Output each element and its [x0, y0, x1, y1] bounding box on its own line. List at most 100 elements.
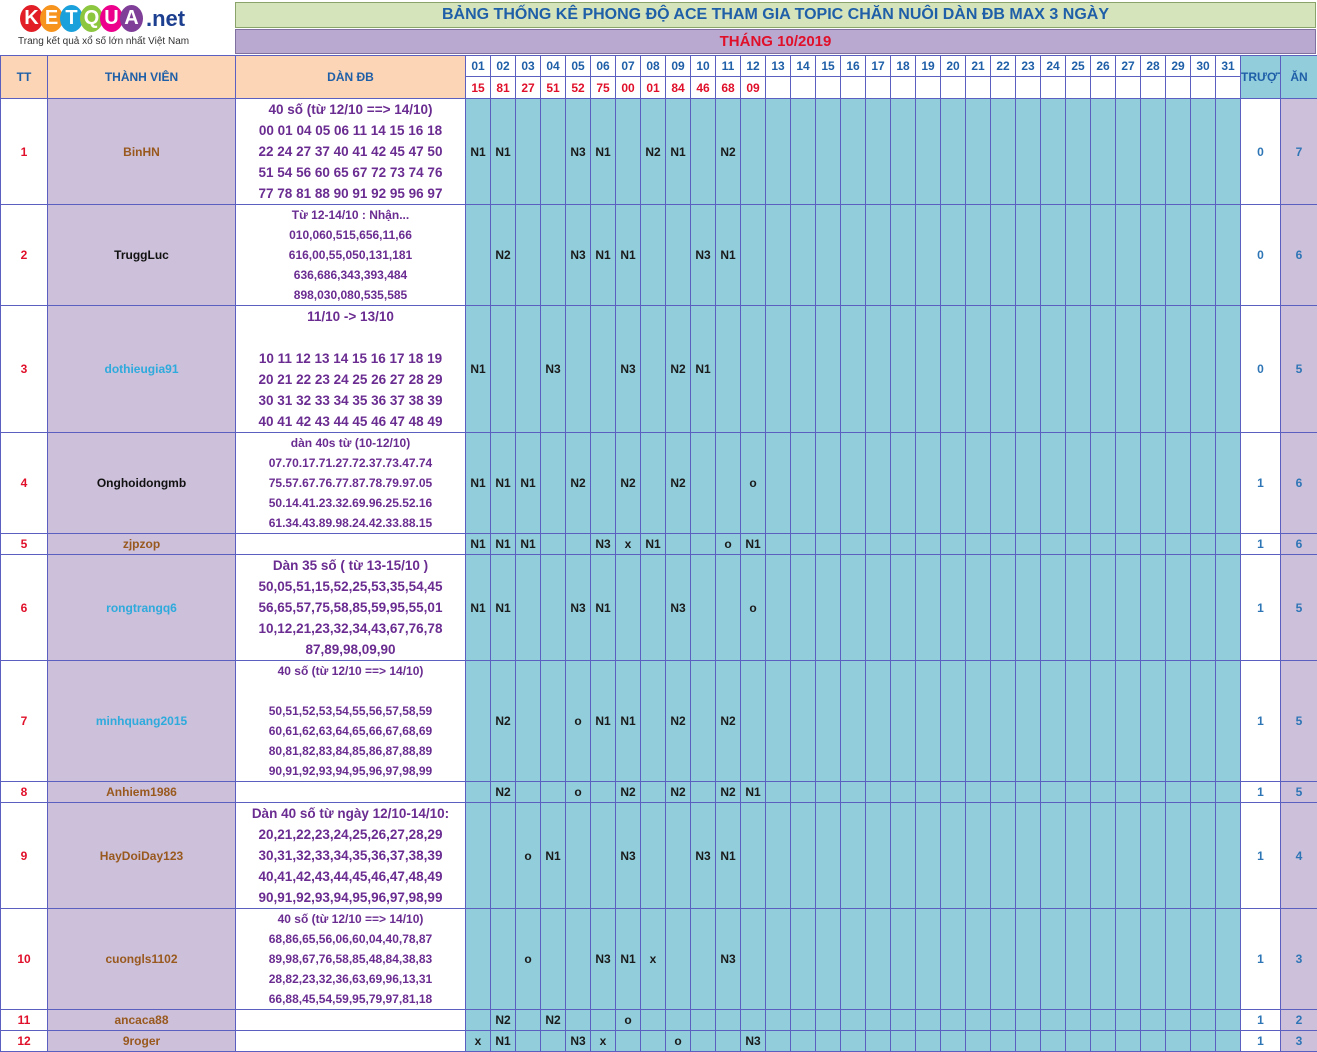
- day-mark: N1: [591, 99, 616, 205]
- day-mark: [1141, 1031, 1166, 1052]
- day-mark: [916, 205, 941, 306]
- day-header: 06: [591, 56, 616, 77]
- day-mark: [1066, 205, 1091, 306]
- day-mark: [716, 1031, 741, 1052]
- day-mark: [716, 1010, 741, 1031]
- day-result: [1066, 77, 1091, 99]
- member-name[interactable]: minhquang2015: [48, 661, 236, 782]
- day-mark: [1166, 1010, 1191, 1031]
- day-mark: [1091, 205, 1116, 306]
- logo-tagline: Trang kết quả xổ số lớn nhất Việt Nam: [18, 36, 189, 47]
- day-mark: [541, 433, 566, 534]
- day-mark: [991, 534, 1016, 555]
- day-mark: [816, 803, 841, 909]
- day-result: [816, 77, 841, 99]
- day-mark: [541, 205, 566, 306]
- day-mark: [866, 433, 891, 534]
- day-mark: [966, 99, 991, 205]
- day-result: 52: [566, 77, 591, 99]
- day-mark: [1016, 534, 1041, 555]
- member-name[interactable]: BinHN: [48, 99, 236, 205]
- day-mark: [666, 205, 691, 306]
- day-mark: [866, 205, 891, 306]
- truot-count: 0: [1241, 99, 1281, 205]
- member-name[interactable]: rongtrangq6: [48, 555, 236, 661]
- day-mark: [991, 1010, 1016, 1031]
- member-name[interactable]: Anhiem1986: [48, 782, 236, 803]
- dan-line: 56,65,57,75,58,85,59,95,55,01: [236, 597, 465, 618]
- member-row: 7minhquang201540 số (từ 12/10 ==> 14/10)…: [1, 661, 1317, 782]
- day-result: 46: [691, 77, 716, 99]
- day-header: 04: [541, 56, 566, 77]
- day-mark: [816, 1031, 841, 1052]
- member-name[interactable]: ancaca88: [48, 1010, 236, 1031]
- day-mark: [1116, 803, 1141, 909]
- day-mark: [716, 306, 741, 433]
- day-mark: N2: [716, 782, 741, 803]
- member-name[interactable]: Onghoidongmb: [48, 433, 236, 534]
- day-mark: N1: [616, 909, 641, 1010]
- day-mark: [741, 909, 766, 1010]
- an-count: 6: [1281, 534, 1317, 555]
- day-mark: N3: [741, 1031, 766, 1052]
- header-member: THÀNH VIÊN: [48, 56, 236, 99]
- day-mark: [591, 803, 616, 909]
- day-mark: [691, 661, 716, 782]
- day-mark: [741, 1010, 766, 1031]
- day-mark: N3: [616, 803, 641, 909]
- day-mark: [791, 909, 816, 1010]
- day-mark: [766, 205, 791, 306]
- member-row: 11ancaca88 N2N2o12: [1, 1010, 1317, 1031]
- day-mark: [541, 555, 566, 661]
- day-mark: N3: [566, 1031, 591, 1052]
- member-name[interactable]: 9roger: [48, 1031, 236, 1052]
- day-mark: [591, 782, 616, 803]
- day-result: [1191, 77, 1216, 99]
- member-name[interactable]: zjpzop: [48, 534, 236, 555]
- member-name[interactable]: TruggLuc: [48, 205, 236, 306]
- day-mark: [1016, 433, 1041, 534]
- day-mark: [966, 803, 991, 909]
- member-name[interactable]: cuongls1102: [48, 909, 236, 1010]
- member-name[interactable]: dothieugia91: [48, 306, 236, 433]
- day-mark: [1091, 555, 1116, 661]
- dan-line: 90,91,92,93,94,95,96,97,98,99: [236, 887, 465, 908]
- dan-line: Từ 12-14/10 : Nhận...: [236, 205, 465, 225]
- day-mark: [791, 1031, 816, 1052]
- an-count: 6: [1281, 433, 1317, 534]
- day-mark: N1: [741, 534, 766, 555]
- day-result: [1016, 77, 1041, 99]
- member-name[interactable]: HayDoiDay123: [48, 803, 236, 909]
- ketqua-logo[interactable]: KETQUA.net Trang kết quả xổ số lớn nhất …: [0, 0, 235, 55]
- day-mark: [841, 909, 866, 1010]
- day-mark: [641, 205, 666, 306]
- day-mark: [866, 99, 891, 205]
- day-mark: [766, 433, 791, 534]
- day-header: 15: [816, 56, 841, 77]
- dan-line: 40 số (từ 12/10 ==> 14/10): [236, 99, 465, 120]
- day-mark: [941, 306, 966, 433]
- row-index: 9: [1, 803, 48, 909]
- member-row: 8Anhiem1986 N2oN2N2N2N115: [1, 782, 1317, 803]
- row-index: 3: [1, 306, 48, 433]
- day-mark: [916, 782, 941, 803]
- day-mark: [1166, 1031, 1191, 1052]
- day-mark: [1041, 433, 1066, 534]
- day-mark: [741, 803, 766, 909]
- row-index: 11: [1, 1010, 48, 1031]
- dan-numbers: dàn 40s từ (10-12/10)07.70.17.71.27.72.3…: [236, 433, 466, 534]
- day-mark: [791, 433, 816, 534]
- day-mark: N2: [491, 1010, 516, 1031]
- day-mark: [816, 433, 841, 534]
- day-mark: [691, 99, 716, 205]
- an-count: 7: [1281, 99, 1317, 205]
- day-mark: [541, 1031, 566, 1052]
- day-mark: o: [741, 433, 766, 534]
- day-mark: [691, 909, 716, 1010]
- dan-numbers: Dàn 40 số từ ngày 12/10-14/10:20,21,22,2…: [236, 803, 466, 909]
- day-result: [941, 77, 966, 99]
- day-mark: [1041, 661, 1066, 782]
- day-mark: N1: [466, 555, 491, 661]
- day-mark: [791, 306, 816, 433]
- day-header: 17: [866, 56, 891, 77]
